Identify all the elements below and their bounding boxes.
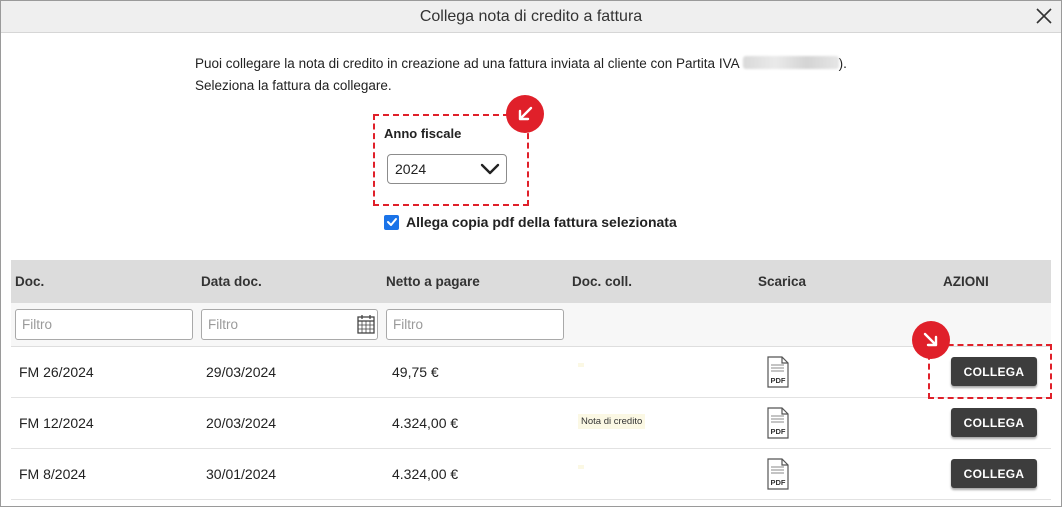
column-header-linked-doc: Doc. coll. xyxy=(572,274,633,289)
annotation-badge-collega xyxy=(912,321,950,359)
intro-line-1: Puoi collegare la nota di credito in cre… xyxy=(195,56,739,71)
cell-amount: 4.324,00 € xyxy=(392,466,459,482)
fiscal-year-value: 2024 xyxy=(395,161,427,177)
arrow-down-left-icon xyxy=(518,106,533,121)
cell-doc: FM 12/2024 xyxy=(19,415,94,431)
calendar-icon[interactable] xyxy=(357,314,375,334)
cell-date: 30/01/2024 xyxy=(206,466,277,482)
pdf-icon[interactable]: PDF xyxy=(767,458,789,490)
intro-line-2: Seleziona la fattura da collegare. xyxy=(195,78,392,93)
cell-doc: FM 26/2024 xyxy=(19,364,94,380)
column-header-actions: AZIONI xyxy=(943,274,989,289)
cell-amount: 49,75 € xyxy=(392,364,439,380)
intro-text: Puoi collegare la nota di credito in cre… xyxy=(195,53,847,97)
collega-button[interactable]: COLLEGA xyxy=(951,459,1037,488)
filter-doc-input[interactable] xyxy=(15,309,193,340)
column-header-doc: Doc. xyxy=(15,274,45,289)
attach-pdf-option[interactable]: Allega copia pdf della fattura seleziona… xyxy=(384,214,677,230)
attach-pdf-label: Allega copia pdf della fattura seleziona… xyxy=(406,214,677,230)
attach-pdf-checkbox[interactable] xyxy=(384,214,399,230)
filter-amount-input[interactable] xyxy=(386,309,564,340)
dialog-title: Collega nota di credito a fattura xyxy=(419,7,643,25)
cell-date: 29/03/2024 xyxy=(206,364,277,380)
intro-line-1-end: ). xyxy=(838,56,847,71)
invoices-table: Doc. Data doc. Netto a pagare Doc. coll.… xyxy=(11,260,1051,500)
cell-amount: 4.324,00 € xyxy=(392,415,459,431)
table-row: FM 8/2024 30/01/2024 4.324,00 € PDF COLL… xyxy=(11,449,1051,500)
dialog-titlebar: Collega nota di credito a fattura xyxy=(1,1,1061,33)
cell-linked-doc: Nota di credito xyxy=(578,414,646,429)
cell-linked-doc xyxy=(578,465,584,469)
annotation-badge-fiscal-year xyxy=(506,95,544,133)
chevron-down-icon xyxy=(480,163,500,175)
pdf-icon[interactable]: PDF xyxy=(767,407,789,439)
vat-number-blurred xyxy=(742,56,839,69)
annotation-collega-box xyxy=(928,344,1052,399)
close-icon[interactable] xyxy=(1033,5,1055,27)
cell-date: 20/03/2024 xyxy=(206,415,277,431)
table-row: FM 26/2024 29/03/2024 49,75 € PDF COLLEG… xyxy=(11,347,1051,398)
arrow-down-right-icon xyxy=(923,332,938,347)
column-header-date: Data doc. xyxy=(201,274,262,289)
fiscal-year-select[interactable]: 2024 xyxy=(387,154,507,184)
check-icon xyxy=(386,218,397,226)
pdf-icon-label: PDF xyxy=(771,427,786,436)
table-header: Doc. Data doc. Netto a pagare Doc. coll.… xyxy=(11,260,1051,303)
pdf-icon-label: PDF xyxy=(771,478,786,487)
table-row: FM 12/2024 20/03/2024 4.324,00 € Nota di… xyxy=(11,398,1051,449)
filter-row xyxy=(11,303,1051,347)
collega-button[interactable]: COLLEGA xyxy=(951,408,1037,437)
pdf-icon[interactable]: PDF xyxy=(767,356,789,388)
filter-date-input[interactable] xyxy=(201,309,378,340)
dialog: Collega nota di credito a fattura Puoi c… xyxy=(0,0,1062,507)
pdf-icon-label: PDF xyxy=(771,376,786,385)
fiscal-year-label: Anno fiscale xyxy=(384,126,462,141)
column-header-download: Scarica xyxy=(758,274,807,289)
cell-doc: FM 8/2024 xyxy=(19,466,86,482)
column-header-amount: Netto a pagare xyxy=(386,274,480,289)
cell-linked-doc xyxy=(578,363,584,367)
